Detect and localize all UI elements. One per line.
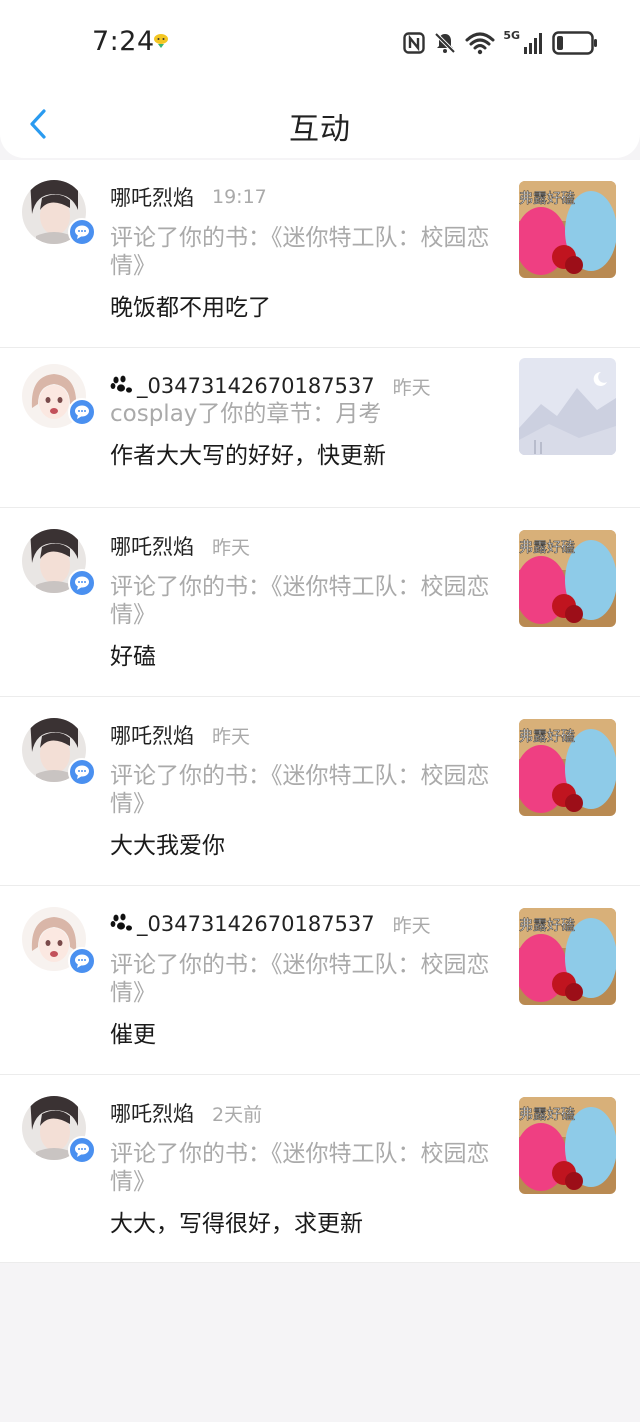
book-cover-thumbnail[interactable]: 弗露好磕 bbox=[519, 181, 616, 278]
username[interactable]: _03473142670187537 bbox=[110, 912, 375, 936]
emoji-status-icon bbox=[154, 34, 168, 48]
app-header: 互动 bbox=[0, 88, 640, 158]
action-text[interactable]: 评论了你的书：《迷你特工队：校园恋情》 bbox=[110, 951, 490, 1007]
list-item[interactable]: _03473142670187537 昨天 评论了你的书：《迷你特工队：校园恋情… bbox=[0, 886, 640, 1075]
comment-text: 作者大大写的好好，快更新 bbox=[110, 443, 386, 469]
status-time: 7:24 bbox=[92, 26, 155, 57]
action-text[interactable]: 评论了你的书：《迷你特工队：校园恋情》 bbox=[110, 224, 490, 280]
thumbnail-caption: 弗露好磕 bbox=[519, 540, 575, 556]
comment-text: 大大我爱你 bbox=[110, 833, 225, 859]
timestamp: 19:17 bbox=[212, 186, 267, 208]
timestamp: 昨天 bbox=[392, 914, 431, 937]
thumbnail-caption: 弗露好磕 bbox=[519, 191, 575, 207]
comment-badge-icon bbox=[68, 218, 96, 246]
list-item[interactable]: 哪吒烈焰 昨天 评论了你的书：《迷你特工队：校园恋情》 好磕 弗露好磕 bbox=[0, 508, 640, 697]
comment-badge-icon bbox=[68, 398, 96, 426]
item-header: 哪吒烈焰 2天前 bbox=[110, 1098, 262, 1128]
book-cover-thumbnail[interactable]: 弗露好磕 bbox=[519, 719, 616, 816]
battery-icon bbox=[552, 31, 597, 55]
timestamp: 昨天 bbox=[392, 376, 431, 399]
comment-text: 好磕 bbox=[110, 644, 156, 670]
paw-icon bbox=[110, 375, 132, 393]
chapter-cover-thumbnail[interactable] bbox=[519, 358, 616, 455]
signal-icon bbox=[524, 33, 542, 54]
comment-text: 晚饭都不用吃了 bbox=[110, 295, 271, 321]
username-text: _03473142670187537 bbox=[137, 912, 375, 936]
thumbnail-caption: 弗露好磕 bbox=[519, 1107, 575, 1123]
list-item[interactable]: 哪吒烈焰 19:17 评论了你的书：《迷你特工队：校园恋情》 晚饭都不用吃了 弗… bbox=[0, 160, 640, 348]
list-item[interactable]: 哪吒烈焰 2天前 评论了你的书：《迷你特工队：校园恋情》 大大，写得很好，求更新… bbox=[0, 1075, 640, 1263]
comment-badge-icon bbox=[68, 569, 96, 597]
list-item[interactable]: _03473142670187537 昨天 cosplay了你的章节：月考 作者… bbox=[0, 348, 640, 508]
item-header: 哪吒烈焰 昨天 bbox=[110, 531, 250, 561]
username[interactable]: 哪吒烈焰 bbox=[110, 1098, 194, 1128]
comment-badge-icon bbox=[68, 947, 96, 975]
thumbnail-caption: 弗露好磕 bbox=[519, 918, 575, 934]
paw-icon bbox=[110, 913, 132, 931]
nfc-icon bbox=[403, 32, 426, 54]
item-header: 哪吒烈焰 19:17 bbox=[110, 182, 267, 212]
action-text[interactable]: 评论了你的书：《迷你特工队：校园恋情》 bbox=[110, 573, 490, 629]
action-text[interactable]: 评论了你的书：《迷你特工队：校园恋情》 bbox=[110, 1140, 490, 1196]
thumbnail-caption: 弗露好磕 bbox=[519, 729, 575, 745]
item-header: _03473142670187537 昨天 bbox=[110, 371, 431, 401]
timestamp: 2天前 bbox=[212, 1103, 263, 1126]
status-bar: 7:24 5G bbox=[0, 0, 640, 88]
timestamp: 昨天 bbox=[212, 725, 251, 748]
timestamp: 昨天 bbox=[212, 536, 251, 559]
action-text[interactable]: cosplay了你的章节：月考 bbox=[110, 400, 490, 428]
username[interactable]: 哪吒烈焰 bbox=[110, 182, 194, 212]
status-icons: 5G bbox=[403, 28, 598, 58]
book-cover-thumbnail[interactable]: 弗露好磕 bbox=[519, 908, 616, 1005]
wifi-icon bbox=[465, 32, 495, 55]
page-title: 互动 bbox=[289, 112, 351, 147]
username[interactable]: 哪吒烈焰 bbox=[110, 720, 194, 750]
username[interactable]: 哪吒烈焰 bbox=[110, 531, 194, 561]
network-type-label: 5G bbox=[503, 28, 520, 42]
username[interactable]: _03473142670187537 bbox=[110, 374, 375, 398]
book-cover-thumbnail[interactable]: 弗露好磕 bbox=[519, 530, 616, 627]
interaction-list: 哪吒烈焰 19:17 评论了你的书：《迷你特工队：校园恋情》 晚饭都不用吃了 弗… bbox=[0, 160, 640, 1263]
comment-badge-icon bbox=[68, 1136, 96, 1164]
comment-badge-icon bbox=[68, 758, 96, 786]
list-item[interactable]: 哪吒烈焰 昨天 评论了你的书：《迷你特工队：校园恋情》 大大我爱你 弗露好磕 bbox=[0, 697, 640, 886]
username-text: _03473142670187537 bbox=[137, 374, 375, 398]
book-cover-thumbnail[interactable]: 弗露好磕 bbox=[519, 1097, 616, 1194]
mute-bell-icon bbox=[434, 32, 456, 54]
action-text[interactable]: 评论了你的书：《迷你特工队：校园恋情》 bbox=[110, 762, 490, 818]
comment-text: 大大，写得很好，求更新 bbox=[110, 1211, 363, 1237]
item-header: _03473142670187537 昨天 bbox=[110, 909, 431, 939]
comment-text: 催更 bbox=[110, 1022, 156, 1048]
item-header: 哪吒烈焰 昨天 bbox=[110, 720, 250, 750]
